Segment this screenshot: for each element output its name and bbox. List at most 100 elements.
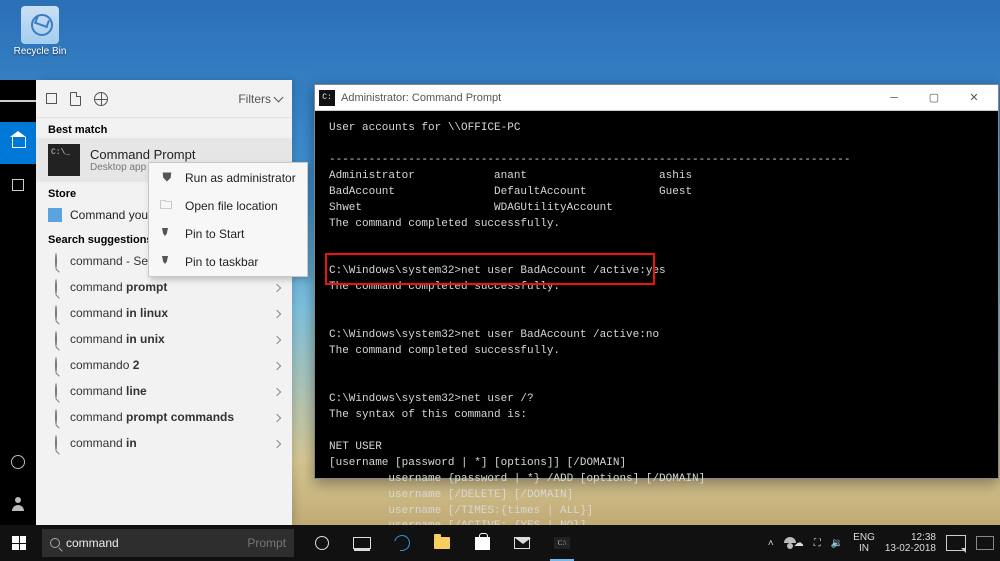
chevron-right-icon (274, 410, 280, 424)
language-code: ENG (853, 532, 875, 543)
suggestion-text: command in (70, 436, 274, 450)
search-suggestion[interactable]: command prompt (36, 274, 292, 300)
start-button[interactable] (0, 525, 38, 561)
open-location-icon: 🗀 (159, 199, 175, 213)
store-item-icon (48, 208, 62, 222)
best-match-heading: Best match (36, 118, 292, 138)
search-suggestion[interactable]: command in (36, 430, 292, 456)
chevron-right-icon (274, 306, 280, 320)
apps-scope-icon[interactable] (46, 93, 70, 104)
close-button[interactable]: ✕ (954, 85, 994, 111)
mail-icon[interactable] (502, 525, 542, 561)
context-menu-item[interactable]: 🗀 Open file location (149, 192, 307, 220)
suggestion-text: commando 2 (70, 358, 274, 372)
search-icon (55, 305, 57, 321)
chevron-down-icon (275, 92, 282, 106)
suggestion-text: command prompt (70, 280, 274, 294)
home-icon[interactable] (0, 122, 36, 164)
pin-taskbar-icon (159, 256, 175, 268)
search-input[interactable] (66, 536, 247, 550)
cmd-titlebar-icon: C: (319, 90, 335, 106)
search-suggestion[interactable]: command prompt commands (36, 404, 292, 430)
system-tray: ˄ ☁ ⛶ 🔉 ENG IN 12:38 13-02-2018 (768, 532, 1000, 554)
command-prompt-icon (48, 144, 80, 176)
search-icon (55, 409, 57, 425)
command-prompt-taskbar-icon[interactable]: C:\ (542, 525, 582, 561)
show-desktop-button[interactable] (976, 536, 994, 550)
search-panel: Filters Best match Command Prompt Deskto… (36, 80, 292, 525)
network-icon[interactable]: ⛶ (814, 538, 821, 549)
taskbar-apps: C:\ (302, 525, 582, 561)
cortana-icon[interactable] (302, 525, 342, 561)
search-icon (55, 383, 57, 399)
search-icon (55, 357, 57, 373)
search-hint: Prompt (247, 536, 286, 550)
context-menu: ⛊ Run as administrator 🗀 Open file location… (148, 162, 308, 277)
search-icon (50, 538, 60, 548)
windows-logo-icon (12, 536, 26, 550)
recycle-bin-icon[interactable]: Recycle Bin (12, 6, 68, 57)
chevron-right-icon (274, 358, 280, 372)
command-prompt-window: C: Administrator: Command Prompt ─ ▢ ✕ U… (314, 84, 999, 479)
search-suggestion[interactable]: command line (36, 378, 292, 404)
filters-button[interactable]: Filters (238, 92, 282, 106)
settings-icon[interactable] (0, 441, 36, 483)
context-menu-label: Open file location (185, 199, 278, 213)
documents-scope-icon[interactable] (70, 92, 94, 106)
search-suggestion[interactable]: command in linux (36, 300, 292, 326)
pin-start-icon (159, 228, 175, 240)
bin-icon (21, 6, 59, 44)
account-icon[interactable] (0, 483, 36, 525)
store-item-label: Command your (70, 208, 152, 222)
context-menu-label: Pin to taskbar (185, 255, 258, 269)
best-match-title: Command Prompt (90, 147, 195, 162)
suggestion-text: command in unix (70, 332, 274, 346)
web-scope-icon[interactable] (94, 92, 118, 106)
filters-label: Filters (238, 92, 271, 106)
search-suggestions-list: command - See scommand promptcommand in … (36, 248, 292, 456)
search-icon (55, 253, 57, 269)
search-icon (55, 331, 57, 347)
taskbar: Prompt C:\ ˄ ☁ ⛶ 🔉 ENG IN 12:38 13-02-20… (0, 525, 1000, 561)
recycle-bin-label: Recycle Bin (12, 46, 68, 57)
language-indicator[interactable]: ENG IN (853, 532, 875, 554)
rail-apps-icon[interactable] (0, 164, 36, 206)
volume-icon[interactable]: 🔉 (831, 538, 843, 549)
context-menu-item[interactable]: Pin to taskbar (149, 248, 307, 276)
chevron-right-icon (274, 280, 280, 294)
suggestion-text: command prompt commands (70, 410, 274, 424)
clock[interactable]: 12:38 13-02-2018 (885, 532, 936, 554)
clock-date: 13-02-2018 (885, 543, 936, 554)
store-icon[interactable] (462, 525, 502, 561)
clock-time: 12:38 (885, 532, 936, 543)
window-titlebar[interactable]: C: Administrator: Command Prompt ─ ▢ ✕ (315, 85, 998, 111)
search-icon (55, 279, 57, 295)
context-menu-item[interactable]: ⛊ Run as administrator (149, 163, 307, 192)
maximize-button[interactable]: ▢ (914, 85, 954, 111)
run-as-admin-icon: ⛊ (159, 170, 175, 185)
minimize-button[interactable]: ─ (874, 85, 914, 111)
chevron-right-icon (274, 436, 280, 450)
search-suggestion[interactable]: command in unix (36, 326, 292, 352)
suggestion-text: command line (70, 384, 274, 398)
tray-chevron-up-icon[interactable]: ˄ (768, 538, 774, 549)
file-explorer-icon[interactable] (422, 525, 462, 561)
taskbar-search[interactable]: Prompt (42, 529, 294, 557)
hamburger-icon[interactable] (0, 80, 36, 122)
edge-icon[interactable] (382, 525, 422, 561)
window-title: Administrator: Command Prompt (341, 92, 501, 104)
context-menu-label: Pin to Start (185, 227, 244, 241)
action-center-icon[interactable] (946, 535, 966, 551)
search-suggestion[interactable]: commando 2 (36, 352, 292, 378)
chevron-right-icon (274, 332, 280, 346)
start-rail (0, 80, 36, 525)
search-icon (55, 435, 57, 451)
context-menu-label: Run as administrator (185, 171, 296, 185)
context-menu-item[interactable]: Pin to Start (149, 220, 307, 248)
terminal-output[interactable]: User accounts for \\OFFICE-PC ----------… (315, 111, 998, 561)
region-code: IN (853, 543, 875, 554)
suggestion-text: command in linux (70, 306, 274, 320)
panel-header: Filters (36, 80, 292, 118)
chevron-right-icon (274, 384, 280, 398)
task-view-icon[interactable] (342, 525, 382, 561)
